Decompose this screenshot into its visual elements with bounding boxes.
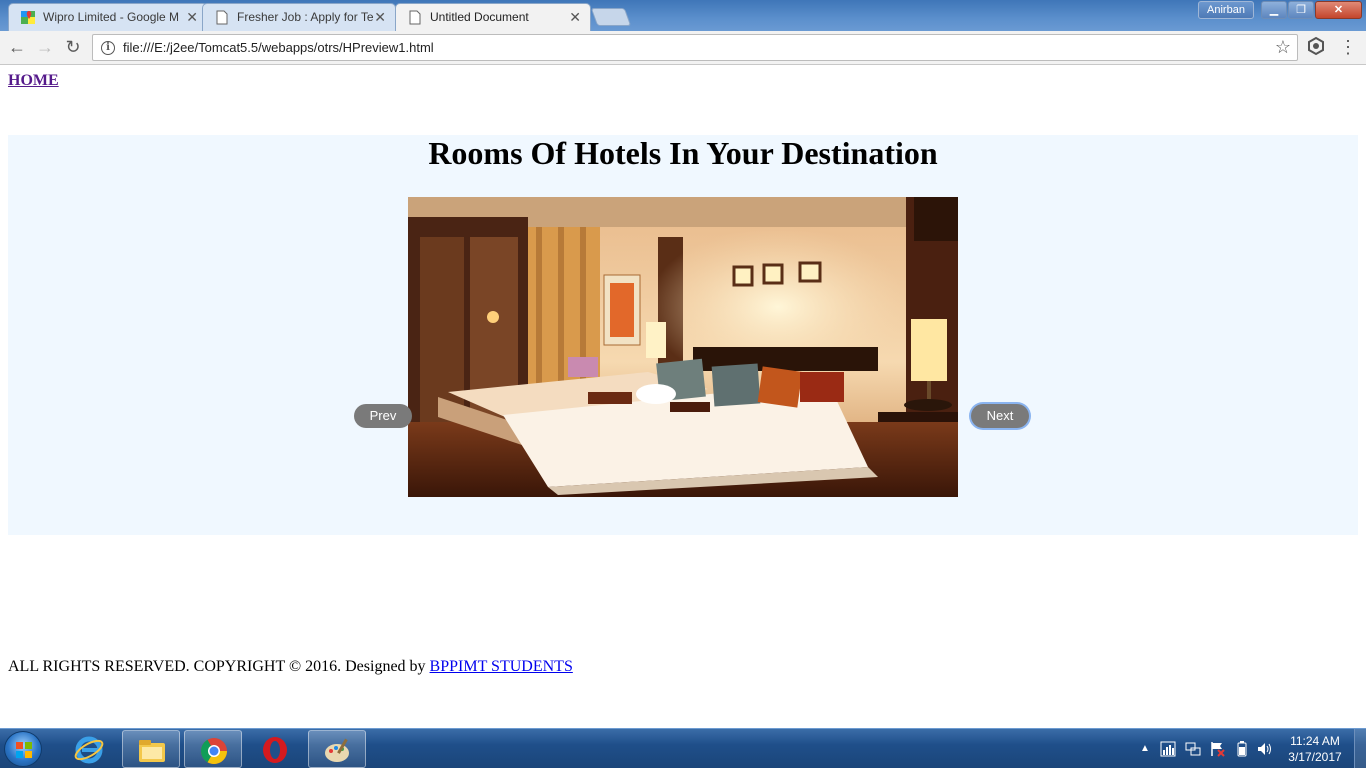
clock[interactable]: 11:24 AM 3/17/2017 [1282, 733, 1348, 765]
next-button[interactable]: Next [971, 404, 1029, 428]
window-close-icon[interactable]: ✕ [1315, 1, 1362, 19]
google-maps-icon [21, 11, 35, 24]
browser-titlebar: Wipro Limited - Google M ✕ Fresher Job :… [0, 0, 1366, 31]
page-content: HOME Rooms Of Hotels In Your Destination [0, 66, 1366, 728]
extension-icon[interactable] [1306, 36, 1326, 56]
tab-untitled-document[interactable]: Untitled Document ✕ [395, 3, 591, 31]
tab-fresher-job[interactable]: Fresher Job : Apply for Te ✕ [202, 3, 396, 31]
minimize-icon[interactable]: ▁ [1261, 1, 1287, 19]
taskbar-file-explorer[interactable] [122, 730, 180, 768]
opera-icon [263, 737, 287, 763]
close-tab-icon[interactable]: ✕ [569, 4, 581, 30]
restore-icon[interactable]: ❐ [1288, 1, 1314, 19]
tab-wipro[interactable]: Wipro Limited - Google M ✕ [8, 3, 208, 31]
show-hidden-icons-icon[interactable]: ▲ [1140, 741, 1156, 757]
paint-icon [325, 738, 349, 762]
windows-taskbar: ▲ 11:24 AM 3/17/2017 [0, 728, 1366, 768]
internet-explorer-icon [74, 736, 104, 764]
clock-time: 11:24 AM [1290, 734, 1340, 748]
prev-button[interactable]: Prev [354, 404, 412, 428]
forward-arrow-icon[interactable]: → [33, 35, 57, 59]
clock-date: 3/17/2017 [1288, 750, 1342, 764]
tab-label: Fresher Job : Apply for Te [237, 10, 374, 24]
bppimt-students-link[interactable]: BPPIMT STUDENTS [430, 658, 573, 675]
close-tab-icon[interactable]: ✕ [186, 4, 198, 30]
url-text[interactable]: file:///E:/j2ee/Tomcat5.5/webapps/otrs/H… [123, 35, 434, 60]
reload-icon[interactable]: ↻ [61, 35, 85, 59]
performance-meter-icon[interactable] [1160, 741, 1176, 757]
home-link[interactable]: HOME [8, 72, 59, 90]
close-tab-icon[interactable]: ✕ [374, 4, 386, 30]
start-button[interactable] [4, 731, 42, 767]
taskbar-opera[interactable] [246, 730, 304, 768]
tab-label: Untitled Document [430, 10, 529, 24]
tab-label: Wipro Limited - Google M [43, 10, 180, 24]
hotel-room-image [408, 197, 958, 497]
page-title: Rooms Of Hotels In Your Destination [428, 135, 938, 171]
chrome-icon [200, 738, 228, 765]
bookmark-star-icon[interactable]: ☆ [1275, 35, 1291, 60]
menu-icon[interactable]: ⋮ [1338, 35, 1358, 59]
document-icon [409, 10, 421, 25]
address-bar[interactable]: i file:///E:/j2ee/Tomcat5.5/webapps/otrs… [92, 34, 1298, 61]
file-explorer-icon [139, 740, 165, 762]
show-desktop-button[interactable] [1354, 729, 1366, 768]
network-icon[interactable] [1185, 741, 1201, 757]
profile-button[interactable]: Anirban [1198, 1, 1254, 19]
browser-toolbar: ← → ↻ i file:///E:/j2ee/Tomcat5.5/webapp… [0, 31, 1366, 65]
action-center-icon[interactable] [1210, 741, 1226, 757]
new-tab-button[interactable] [590, 8, 632, 26]
back-arrow-icon[interactable]: ← [5, 35, 29, 59]
battery-icon[interactable] [1234, 741, 1250, 757]
document-icon [216, 10, 228, 25]
taskbar-chrome[interactable] [184, 730, 242, 768]
taskbar-internet-explorer[interactable] [60, 730, 118, 768]
copyright-text: ALL RIGHTS RESERVED. COPYRIGHT © 2016. D… [8, 658, 430, 675]
windows-logo-icon [16, 742, 32, 758]
taskbar-paint[interactable] [308, 730, 366, 768]
slideshow-panel: Rooms Of Hotels In Your Destination Prev… [8, 135, 1358, 535]
volume-icon[interactable] [1257, 741, 1273, 757]
footer: ALL RIGHTS RESERVED. COPYRIGHT © 2016. D… [8, 658, 573, 676]
info-icon[interactable]: i [101, 41, 115, 55]
